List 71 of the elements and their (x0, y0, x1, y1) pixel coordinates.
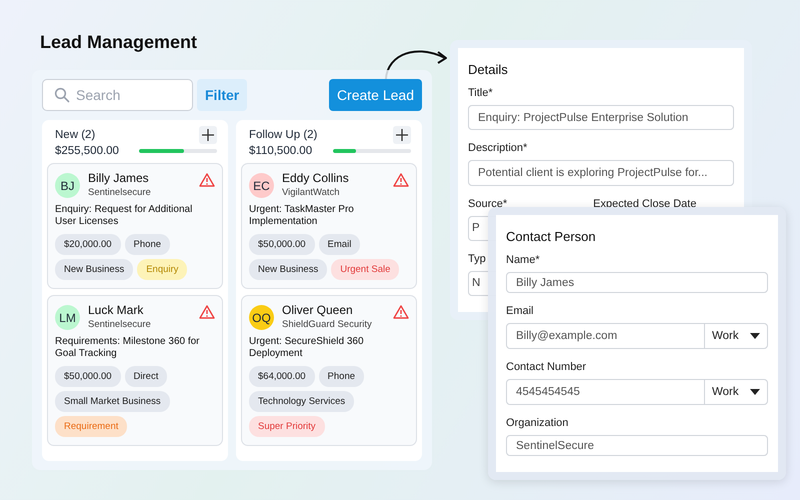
field-label: Description* (468, 142, 528, 154)
avatar: LM (55, 305, 80, 330)
company-name: Sentinelsecure (88, 187, 152, 198)
field-label: Organization (506, 417, 568, 429)
contact-name: Oliver Queen (282, 303, 354, 317)
lead-title: Urgent: SecureShield 360 Deployment (249, 336, 365, 360)
plus-icon (396, 129, 408, 141)
field-label: Email (506, 305, 534, 317)
tag: $64,000.00 (249, 366, 315, 387)
tag: Super Priority (249, 416, 325, 437)
caret-icon (750, 333, 760, 339)
field-label: Expected Close Date (593, 198, 696, 210)
organization-field[interactable]: SentinelSecure (506, 435, 768, 456)
section-heading: Details (468, 62, 509, 77)
lead-card[interactable]: EC Eddy Collins VigilantWatch Urgent: TaskMaster Pro Implementation $50,000.00 Email New Business Urgent Sale (241, 163, 417, 289)
lead-title: Enquiry: Request for Additional User Licenses (55, 204, 194, 228)
column-title: Follow Up (2) (249, 129, 318, 141)
tag: Phone (318, 366, 364, 387)
contact-name: Billy James (88, 171, 150, 185)
field-label: Name* (506, 254, 540, 266)
caret-icon (750, 389, 760, 395)
lead-title: Urgent: TaskMaster Pro Implementation (249, 204, 355, 228)
tag: Direct (124, 366, 168, 387)
avatar: BJ (55, 173, 80, 198)
column-total: $255,500.00 (55, 145, 119, 157)
tag: Technology Services (249, 391, 354, 412)
company-name: Sentinelsecure (88, 319, 152, 330)
email-type-dropdown[interactable]: Work (704, 323, 768, 349)
company-name: VigilantWatch (282, 187, 341, 198)
description-field[interactable]: Potential client is exploring ProjectPulse for... (468, 160, 734, 186)
search-field[interactable]: Search (42, 79, 193, 111)
page-title: Lead Management (40, 32, 198, 53)
company-name: ShieldGuard Security (282, 319, 373, 330)
tag: $50,000.00 (249, 234, 315, 255)
search-icon (54, 87, 70, 103)
phone-type-dropdown[interactable]: Work (704, 379, 768, 405)
title-field[interactable]: Enquiry: ProjectPulse Enterprise Solution (468, 105, 734, 130)
field-label: Contact Number (506, 361, 586, 373)
contact-name: Luck Mark (88, 303, 144, 317)
tag: Requirement (55, 416, 128, 437)
tag: Small Market Business (55, 391, 170, 412)
tag: $20,000.00 (55, 234, 121, 255)
field-label: Source* (468, 198, 508, 210)
lead-card[interactable]: LM Luck Mark Sentinelsecure Requirements: Milestone 360 for Goal Tracking $50,000.00 Direct Small Market Business Requirement (47, 295, 223, 446)
contact-name: Eddy Collins (282, 171, 350, 185)
warning-icon (393, 173, 409, 187)
add-button[interactable] (199, 126, 217, 144)
tag: New Business (249, 259, 328, 280)
warning-icon (393, 305, 409, 319)
name-field[interactable]: Billy James (506, 272, 768, 293)
avatar: OQ (249, 305, 274, 330)
tag: Email (318, 234, 360, 255)
warning-icon (199, 173, 215, 187)
field-label: Title* (468, 87, 493, 99)
section-heading: Contact Person (506, 229, 597, 244)
tag: Enquiry (137, 259, 188, 280)
column-total: $110,500.00 (249, 145, 312, 157)
column-title: New (2) (55, 129, 96, 141)
warning-icon (199, 305, 215, 319)
tag: $50,000.00 (55, 366, 121, 387)
field-label: Typ (468, 252, 486, 265)
lead-title: Requirements: Milestone 360 for Goal Tracking (55, 336, 201, 360)
tag: Phone (124, 234, 170, 255)
email-field[interactable]: Billy@example.com (506, 323, 705, 349)
tag: Urgent Sale (331, 259, 400, 280)
lead-card[interactable]: BJ Billy James Sentinelsecure Enquiry: Request for Additional User Licenses $20,000.00 Phone New Business Enquiry (47, 163, 223, 289)
tag: New Business (55, 259, 134, 280)
avatar: EC (249, 173, 274, 198)
phone-field[interactable]: 4545454545 (506, 379, 705, 405)
add-button[interactable] (393, 126, 411, 144)
plus-icon (202, 129, 214, 141)
